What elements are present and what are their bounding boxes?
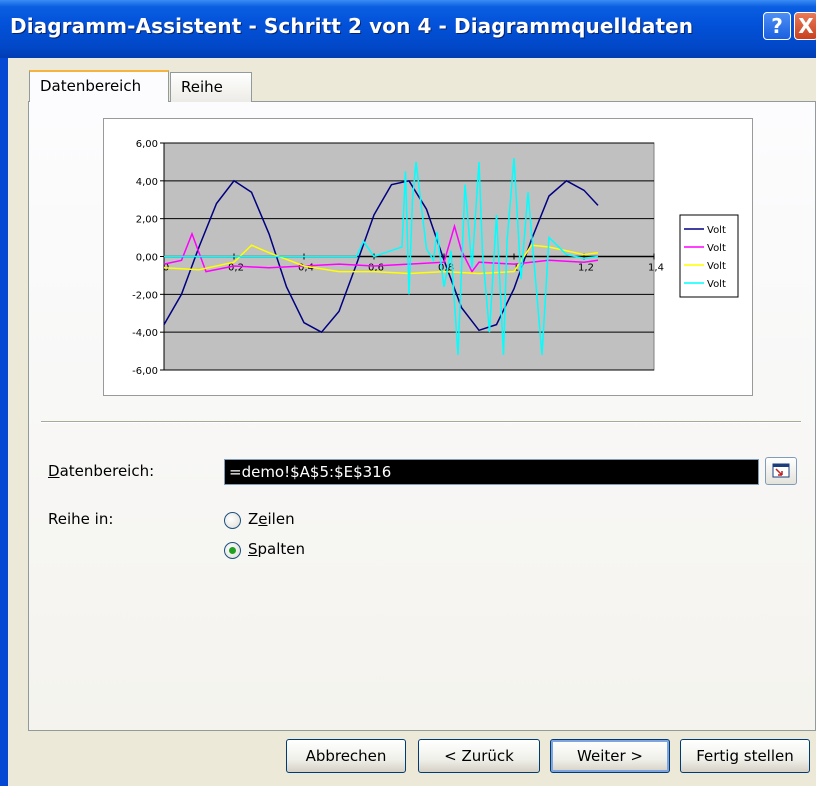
chart-svg: 6,004,002,000,00-2,00-4,00-6,000 0,2 0,4 0,…: [132, 139, 739, 377]
columns-accel: S: [248, 540, 258, 558]
legend-label: Volt: [707, 279, 726, 290]
back-button[interactable]: < Zurück: [418, 739, 540, 773]
y-tick-label: 2,00: [136, 215, 158, 226]
tab-label: Reihe: [181, 78, 223, 96]
collapse-dialog-button[interactable]: [765, 457, 797, 485]
window-title: Diagramm-Assistent - Schritt 2 von 4 - D…: [10, 14, 694, 38]
y-tick-label: 0,00: [136, 253, 158, 264]
y-tick-label: -2,00: [132, 290, 158, 301]
x-tick-label: 1,4: [648, 263, 664, 274]
tab-reihe[interactable]: Reihe: [170, 72, 252, 102]
series-in-label: Reihe in:: [48, 510, 114, 528]
columns-rest: palten: [257, 540, 306, 558]
range-label-rest: atenbereich:: [59, 462, 155, 480]
radio-columns-label: Spalten: [248, 540, 305, 558]
y-tick-label: -6,00: [132, 366, 158, 377]
legend-label: Volt: [707, 261, 726, 272]
x-tick-label: 0,2: [228, 263, 244, 274]
finish-button[interactable]: Fertig stellen: [680, 739, 810, 773]
legend-label: Volt: [707, 243, 726, 254]
range-label: Datenbereich:: [48, 462, 154, 480]
next-label: Weiter >: [577, 747, 643, 765]
chart-preview: 6,00 4,00 2,00 0,00 -2,00 -4,00 -6,00 0 0,2 0,4 0,…: [103, 118, 753, 396]
tab-datenbereich[interactable]: Datenbereich: [29, 70, 169, 102]
back-label: < Zurück: [444, 747, 514, 765]
separator: [41, 421, 801, 423]
tab-label: Datenbereich: [40, 77, 142, 95]
y-tick-label: 4,00: [136, 177, 158, 188]
radio-columns[interactable]: [224, 542, 241, 559]
radio-rows-label: Zeilen: [248, 510, 295, 528]
help-button[interactable]: ?: [763, 12, 791, 40]
title-bar: Diagramm-Assistent - Schritt 2 von 4 - D…: [0, 0, 816, 58]
radio-rows[interactable]: [224, 512, 241, 529]
radio-selected-dot: [229, 547, 236, 554]
close-button[interactable]: X: [794, 12, 816, 40]
rows-rest: ilen: [267, 510, 295, 528]
next-button[interactable]: Weiter >: [550, 739, 670, 773]
collapse-icon: [772, 463, 790, 478]
y-tick-label: -4,00: [132, 328, 158, 339]
range-input[interactable]: =demo!$A$5:$E$316: [224, 459, 759, 485]
rows-accel: e: [258, 510, 268, 528]
y-tick-label: 6,00: [136, 139, 158, 150]
range-label-accel: D: [48, 462, 60, 480]
finish-label: Fertig stellen: [696, 747, 794, 765]
legend-label: Volt: [707, 225, 726, 236]
window-border: [0, 58, 8, 786]
legend-clip: [728, 216, 737, 296]
x-tick-label: 1,2: [578, 263, 594, 274]
rows-first: Z: [248, 510, 259, 528]
cancel-button[interactable]: Abbrechen: [286, 739, 406, 773]
